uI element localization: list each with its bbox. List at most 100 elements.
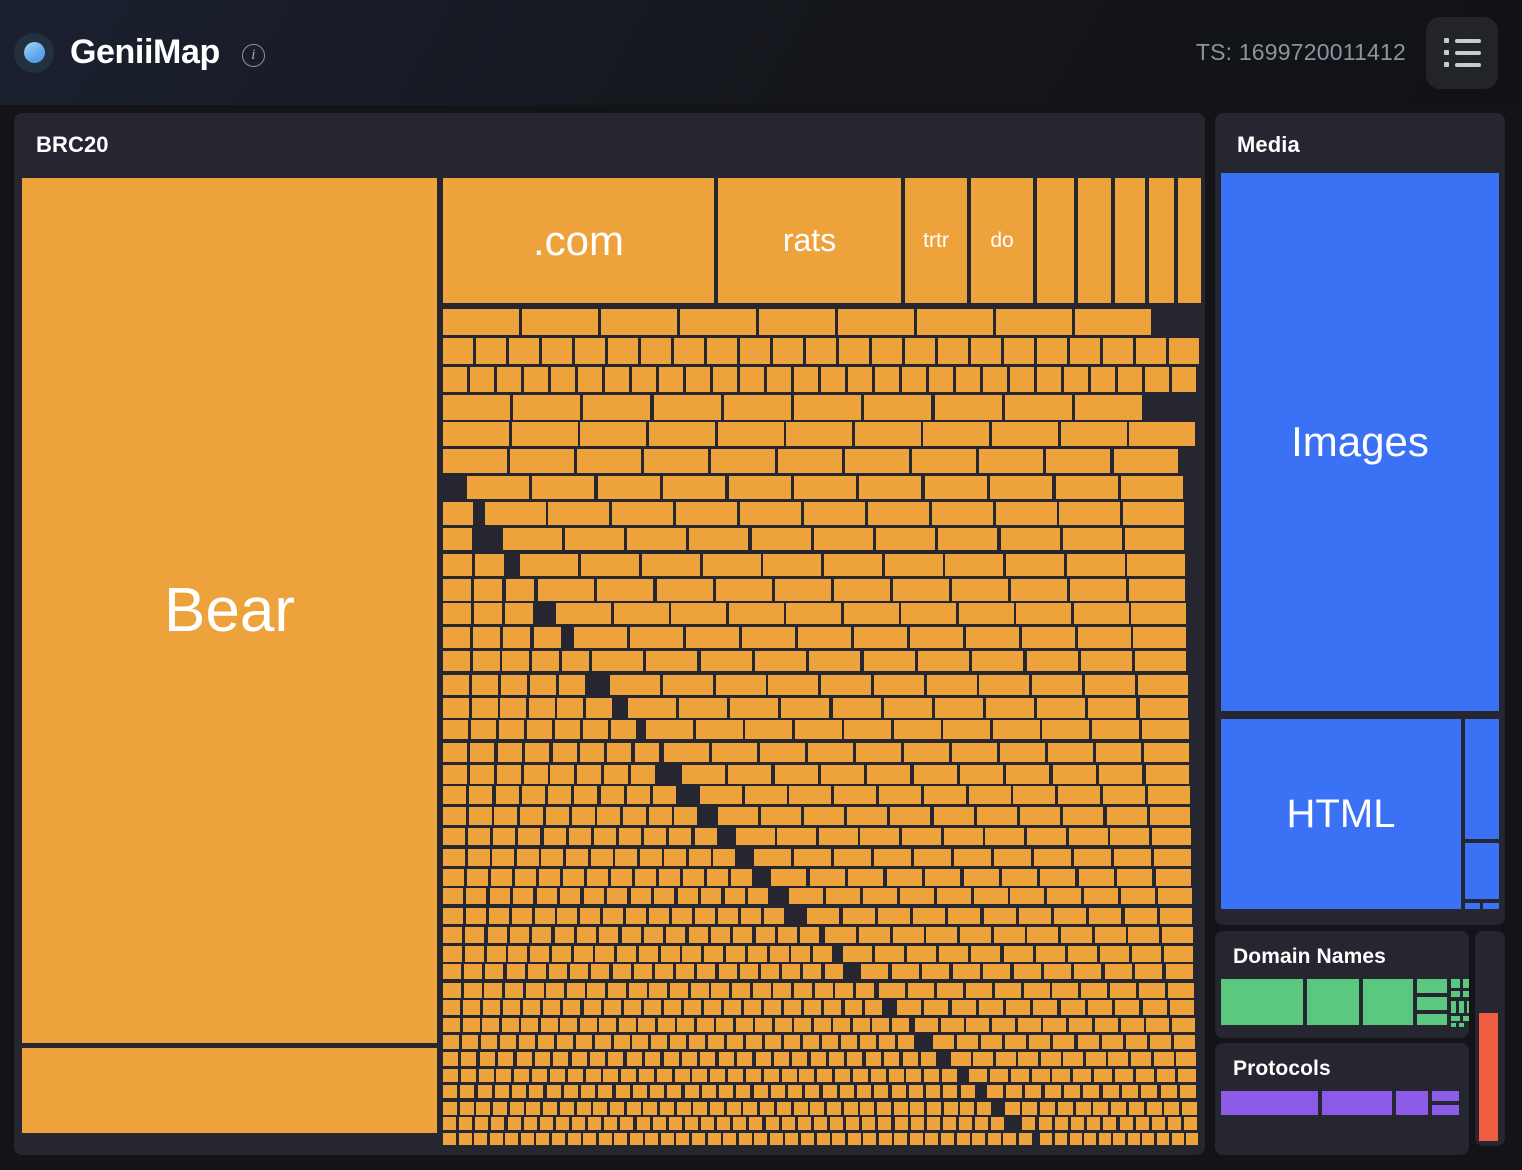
treemap-tile[interactable] — [497, 765, 521, 784]
treemap-tile[interactable] — [843, 908, 875, 924]
treemap-tile[interactable] — [785, 1133, 798, 1145]
treemap-tile[interactable] — [1113, 1133, 1125, 1145]
treemap-tile[interactable] — [987, 1085, 1003, 1098]
treemap-tile[interactable] — [782, 1117, 795, 1130]
treemap-tile[interactable] — [1158, 888, 1192, 904]
treemap-tile[interactable] — [1027, 828, 1066, 845]
treemap-tile[interactable] — [488, 927, 507, 943]
treemap-tile[interactable] — [924, 1000, 948, 1015]
treemap-tile[interactable] — [977, 1102, 991, 1115]
treemap-tile[interactable] — [1089, 908, 1121, 924]
treemap-tile[interactable] — [894, 1133, 907, 1145]
treemap-tile[interactable] — [726, 946, 745, 962]
treemap-tile[interactable] — [503, 528, 562, 550]
treemap-tile[interactable] — [489, 908, 509, 924]
treemap-tile[interactable] — [993, 720, 1040, 739]
treemap-tile[interactable] — [733, 927, 752, 943]
treemap-tile[interactable] — [463, 1000, 480, 1015]
treemap-tile[interactable] — [701, 651, 752, 671]
treemap-tile[interactable] — [577, 1102, 591, 1115]
treemap-tile[interactable] — [718, 422, 784, 446]
treemap-tile[interactable] — [719, 1085, 733, 1098]
treemap-tile[interactable] — [853, 1018, 870, 1032]
treemap-tile[interactable] — [1396, 1091, 1428, 1115]
treemap-tile[interactable] — [1068, 946, 1097, 962]
treemap-tile[interactable] — [732, 983, 750, 998]
treemap-tile[interactable] — [846, 1117, 859, 1130]
treemap-tile[interactable] — [532, 651, 559, 671]
treemap-tile[interactable] — [483, 1000, 500, 1015]
treemap-tile[interactable] — [493, 1102, 507, 1115]
treemap-tile[interactable] — [443, 1085, 457, 1098]
treemap-tile[interactable] — [598, 476, 660, 499]
treemap-tile[interactable] — [464, 983, 482, 998]
treemap-tile[interactable] — [740, 367, 764, 392]
treemap-tile[interactable] — [465, 927, 484, 943]
treemap-tile[interactable] — [696, 720, 743, 739]
treemap-tile[interactable] — [995, 983, 1021, 998]
treemap-tile[interactable] — [777, 828, 816, 845]
treemap-tile[interactable] — [716, 1018, 733, 1032]
treemap-tile[interactable] — [766, 1117, 779, 1130]
treemap-tile[interactable] — [577, 449, 641, 473]
treemap-tile[interactable] — [840, 1085, 854, 1098]
treemap-tile[interactable] — [642, 554, 700, 576]
treemap-tile[interactable] — [664, 1000, 681, 1015]
treemap-tile[interactable] — [1144, 743, 1189, 762]
treemap-tile[interactable] — [865, 1000, 882, 1015]
treemap-tile[interactable] — [814, 1117, 827, 1130]
treemap-tile[interactable] — [1005, 1102, 1020, 1115]
treemap-tile-do[interactable]: do — [971, 178, 1033, 303]
treemap-tile[interactable] — [479, 1069, 494, 1082]
treemap-tile[interactable] — [526, 983, 544, 998]
treemap-tile[interactable] — [532, 476, 594, 499]
treemap-tile[interactable] — [799, 1069, 814, 1082]
treemap-tile[interactable] — [597, 807, 620, 825]
treemap-tile[interactable] — [1022, 627, 1075, 648]
treemap-tile[interactable] — [892, 964, 919, 979]
treemap-tile[interactable] — [514, 1069, 529, 1082]
treemap-tile[interactable] — [878, 1117, 891, 1130]
treemap-tile[interactable] — [553, 1052, 568, 1066]
treemap-tile[interactable] — [1463, 1016, 1469, 1021]
treemap-tile[interactable] — [923, 422, 989, 446]
treemap-tile[interactable] — [512, 422, 578, 446]
treemap-tile[interactable] — [733, 1117, 746, 1130]
treemap-tile[interactable] — [574, 946, 593, 962]
treemap-tile[interactable] — [857, 1085, 871, 1098]
treemap-tile[interactable] — [938, 528, 997, 550]
treemap-tile[interactable] — [1053, 765, 1096, 784]
treemap-tile[interactable] — [839, 338, 869, 364]
treemap-tile[interactable] — [704, 946, 723, 962]
treemap-tile[interactable] — [620, 1117, 633, 1130]
treemap-tile[interactable] — [878, 908, 910, 924]
treemap-tile[interactable] — [534, 627, 561, 648]
treemap-tile[interactable] — [1078, 627, 1131, 648]
treemap-tile[interactable] — [631, 765, 655, 784]
treemap-tile[interactable] — [844, 1102, 858, 1115]
treemap-tile[interactable] — [614, 1133, 627, 1145]
treemap-tile[interactable] — [1069, 1018, 1092, 1032]
treemap-tile[interactable] — [1099, 765, 1142, 784]
treemap-tile[interactable] — [1058, 786, 1100, 804]
treemap-tile[interactable] — [443, 338, 473, 364]
treemap-tile[interactable] — [1074, 849, 1111, 866]
treemap-tile[interactable] — [893, 579, 949, 601]
treemap-tile[interactable] — [1135, 964, 1162, 979]
treemap-tile[interactable] — [879, 1035, 895, 1049]
treemap-tile[interactable] — [835, 983, 853, 998]
treemap-tile[interactable] — [686, 367, 710, 392]
treemap-tile[interactable] — [537, 888, 557, 904]
treemap-tile[interactable] — [697, 1018, 714, 1032]
treemap-tile[interactable] — [817, 1069, 832, 1082]
treemap-tile[interactable] — [716, 675, 766, 695]
treemap-tile[interactable] — [956, 367, 980, 392]
treemap-tile[interactable] — [443, 983, 461, 998]
treemap-tile[interactable] — [1055, 1117, 1068, 1130]
treemap-tile[interactable] — [472, 675, 498, 695]
treemap-tile[interactable] — [505, 983, 523, 998]
treemap-tile[interactable] — [1147, 1102, 1162, 1115]
treemap-tile[interactable] — [909, 1085, 923, 1098]
treemap-tile[interactable] — [990, 476, 1052, 499]
treemap-tile[interactable] — [711, 983, 729, 998]
